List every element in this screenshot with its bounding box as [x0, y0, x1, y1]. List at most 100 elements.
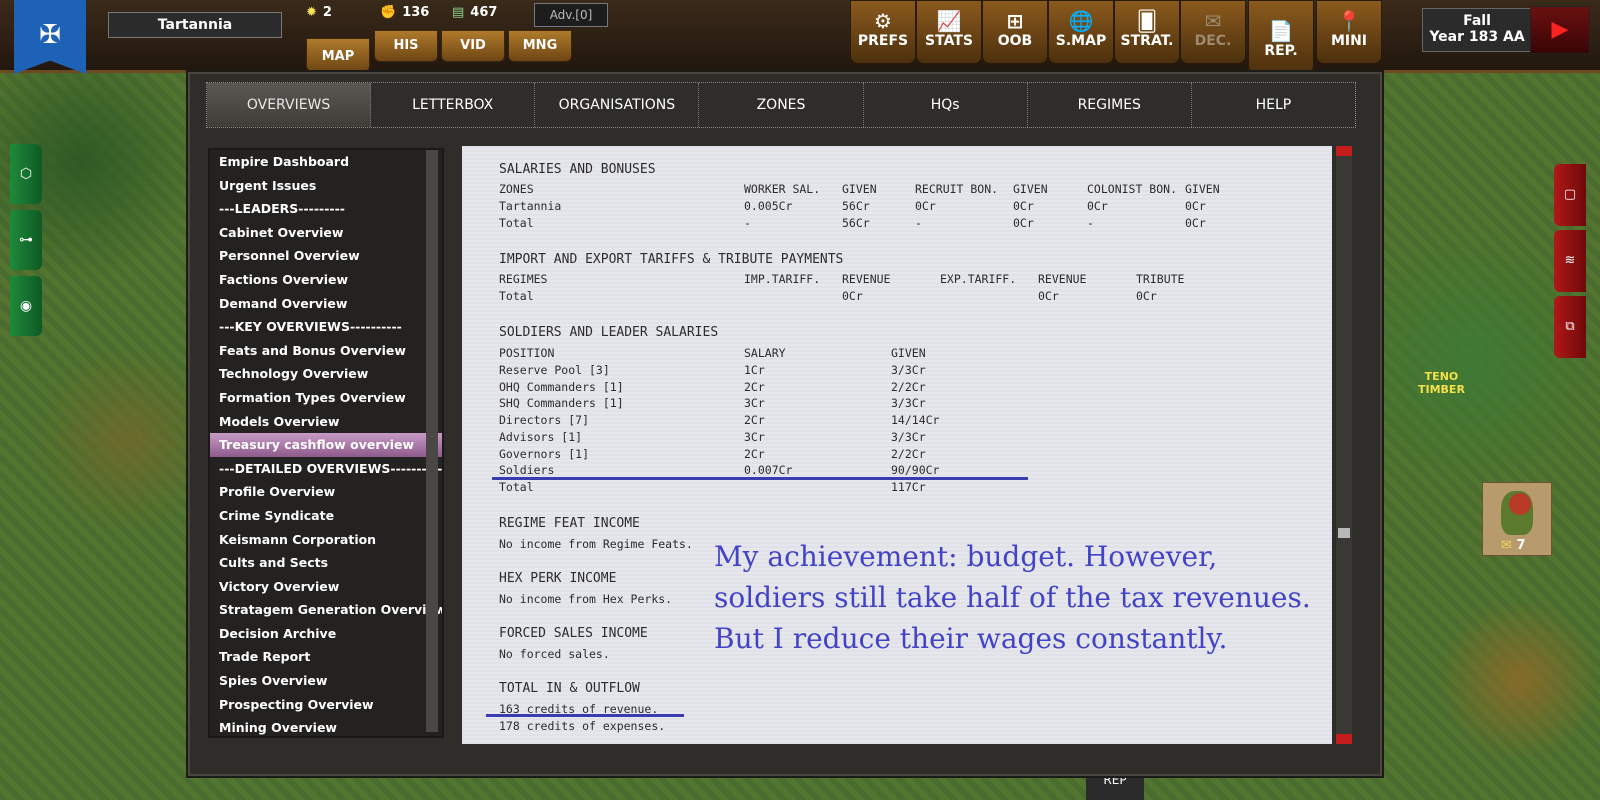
table-cell: Total: [499, 216, 534, 230]
table-cell: 0Cr: [1136, 289, 1157, 303]
side-tab-cube[interactable]: ⬡: [10, 144, 42, 204]
sidebar-item[interactable]: Trade Report: [210, 645, 442, 669]
stratagem-button[interactable]: 🂠 STRAT.: [1114, 0, 1180, 64]
resource-value: 136: [402, 5, 430, 20]
side-tab-target[interactable]: ◉: [10, 276, 42, 336]
scroll-thumb[interactable]: [1338, 528, 1350, 538]
decisions-button[interactable]: ✉ DEC.: [1180, 0, 1246, 64]
column-header: SALARY: [744, 346, 786, 360]
side-tab-network[interactable]: ⊶: [10, 210, 42, 270]
nation-flag-icon[interactable]: ✠: [14, 0, 86, 74]
shell-icon: [1509, 493, 1531, 515]
resource-sun: ✹ 2: [306, 5, 332, 20]
sidebar-item[interactable]: Formation Types Overview: [210, 386, 442, 410]
tab-map[interactable]: MAP: [306, 38, 370, 72]
table-cell: 2Cr: [744, 447, 765, 461]
revenue-underline: [486, 714, 684, 717]
sidebar-item[interactable]: Technology Overview: [210, 362, 442, 386]
sidebar-item[interactable]: Urgent Issues: [210, 174, 442, 198]
section-title: IMPORT AND EXPORT TARIFFS & TRIBUTE PAYM…: [499, 252, 844, 267]
sidebar-item[interactable]: Keismann Corporation: [210, 528, 442, 552]
tab-mng[interactable]: MNG: [508, 30, 572, 62]
sidebar-item[interactable]: Spies Overview: [210, 669, 442, 693]
sidebar-item[interactable]: Decision Archive: [210, 622, 442, 646]
report-button[interactable]: 📄 REP.: [1248, 0, 1314, 74]
table-cell: 1Cr: [744, 363, 765, 377]
tab-help[interactable]: HELP: [1192, 83, 1355, 127]
stats-button[interactable]: 📈 STATS: [916, 0, 982, 64]
sidebar-item[interactable]: Personnel Overview: [210, 244, 442, 268]
sidebar-item[interactable]: Stratagem Generation Overview: [210, 598, 442, 622]
table-cell: 0Cr: [915, 199, 936, 213]
minimap-button[interactable]: 📍 MINI: [1316, 0, 1382, 64]
sidebar-item[interactable]: Empire Dashboard: [210, 150, 442, 174]
button-label: REP.: [1264, 43, 1298, 59]
section-title: HEX PERK INCOME: [499, 571, 617, 586]
sidebar-item[interactable]: Mining Overview: [210, 716, 442, 736]
sidebar-item[interactable]: ---LEADERS---------: [210, 197, 442, 221]
oob-button[interactable]: ⊞ OOB: [982, 0, 1048, 64]
table-cell: Advisors [1]: [499, 430, 583, 444]
sidebar-item[interactable]: Factions Overview: [210, 268, 442, 292]
sidebar-item[interactable]: Feats and Bonus Overview: [210, 339, 442, 363]
prefs-button[interactable]: ⚙ PREFS: [850, 0, 916, 64]
column-header: GIVEN: [1185, 182, 1220, 196]
column-header: IMP.TARIFF.: [744, 272, 821, 286]
section-title: FORCED SALES INCOME: [499, 626, 648, 641]
side-tab-window[interactable]: ▢: [1554, 164, 1586, 226]
report-icon: 📄: [1268, 19, 1294, 43]
tab-hqs[interactable]: HQs: [864, 83, 1028, 127]
sidebar-item[interactable]: Cabinet Overview: [210, 221, 442, 245]
sidebar-item[interactable]: Cults and Sects: [210, 551, 442, 575]
globe-icon: 🌐: [1068, 9, 1094, 33]
network-icon: ⊶: [19, 232, 33, 248]
table-cell: Governors [1]: [499, 447, 590, 461]
end-turn-button[interactable]: ▶: [1530, 6, 1590, 54]
tab-organisations[interactable]: ORGANISATIONS: [535, 83, 700, 127]
list-scrollbar[interactable]: [426, 150, 438, 732]
column-header: TRIBUTE: [1136, 272, 1185, 286]
table-cell: 0.005Cr: [744, 199, 793, 213]
column-header: RECRUIT BON.: [915, 182, 999, 196]
column-header: WORKER SAL.: [744, 182, 821, 196]
scroll-down-arrow[interactable]: [1336, 734, 1352, 744]
section-title: REGIME FEAT INCOME: [499, 516, 640, 531]
button-label: S.MAP: [1055, 33, 1107, 49]
sidebar-item[interactable]: ---DETAILED OVERVIEWS----------: [210, 457, 442, 481]
sidebar-item[interactable]: Profile Overview: [210, 480, 442, 504]
tab-regimes[interactable]: REGIMES: [1028, 83, 1192, 127]
advisor-button[interactable]: Adv.[0]: [534, 3, 608, 27]
column-header: ZONES: [499, 182, 534, 196]
sidebar-item[interactable]: Demand Overview: [210, 292, 442, 316]
section-title: TOTAL IN & OUTFLOW: [499, 681, 640, 696]
side-tab-copy[interactable]: ⧉: [1554, 296, 1586, 358]
side-tab-layers[interactable]: ≋: [1554, 230, 1586, 292]
column-header: EXP.TARIFF.: [940, 272, 1017, 286]
sidebar-item[interactable]: Victory Overview: [210, 575, 442, 599]
sidebar-item[interactable]: Treasury cashflow overview: [210, 433, 442, 457]
unit-counter[interactable]: ✉ 7: [1482, 482, 1552, 556]
tab-his[interactable]: HIS: [374, 30, 438, 62]
table-cell: 0.007Cr: [744, 463, 793, 477]
copy-icon: ⧉: [1565, 319, 1575, 334]
sidebar-item[interactable]: Prospecting Overview: [210, 693, 442, 717]
sidebar-item[interactable]: Crime Syndicate: [210, 504, 442, 528]
tab-vid[interactable]: VID: [441, 30, 505, 62]
report-scrollbar[interactable]: [1336, 146, 1352, 744]
table-cell: 0Cr: [1038, 289, 1059, 303]
play-icon: ▶: [1551, 17, 1569, 42]
table-cell: Directors [7]: [499, 413, 590, 427]
tab-overviews[interactable]: OVERVIEWS: [207, 83, 372, 127]
map-label-line: TENO: [1424, 370, 1459, 383]
table-cell: 3/3Cr: [891, 396, 926, 410]
scroll-up-arrow[interactable]: [1336, 146, 1352, 156]
strategic-map-button[interactable]: 🌐 S.MAP: [1048, 0, 1114, 64]
button-label: OOB: [997, 33, 1033, 49]
resource-value: 2: [322, 5, 332, 20]
money-icon: ▤: [452, 5, 465, 20]
tab-letterbox[interactable]: LETTERBOX: [371, 83, 536, 127]
sidebar-item[interactable]: ---KEY OVERVIEWS----------: [210, 315, 442, 339]
table-cell: 0Cr: [1013, 216, 1034, 230]
tab-zones[interactable]: ZONES: [699, 83, 864, 127]
sidebar-item[interactable]: Models Overview: [210, 410, 442, 434]
